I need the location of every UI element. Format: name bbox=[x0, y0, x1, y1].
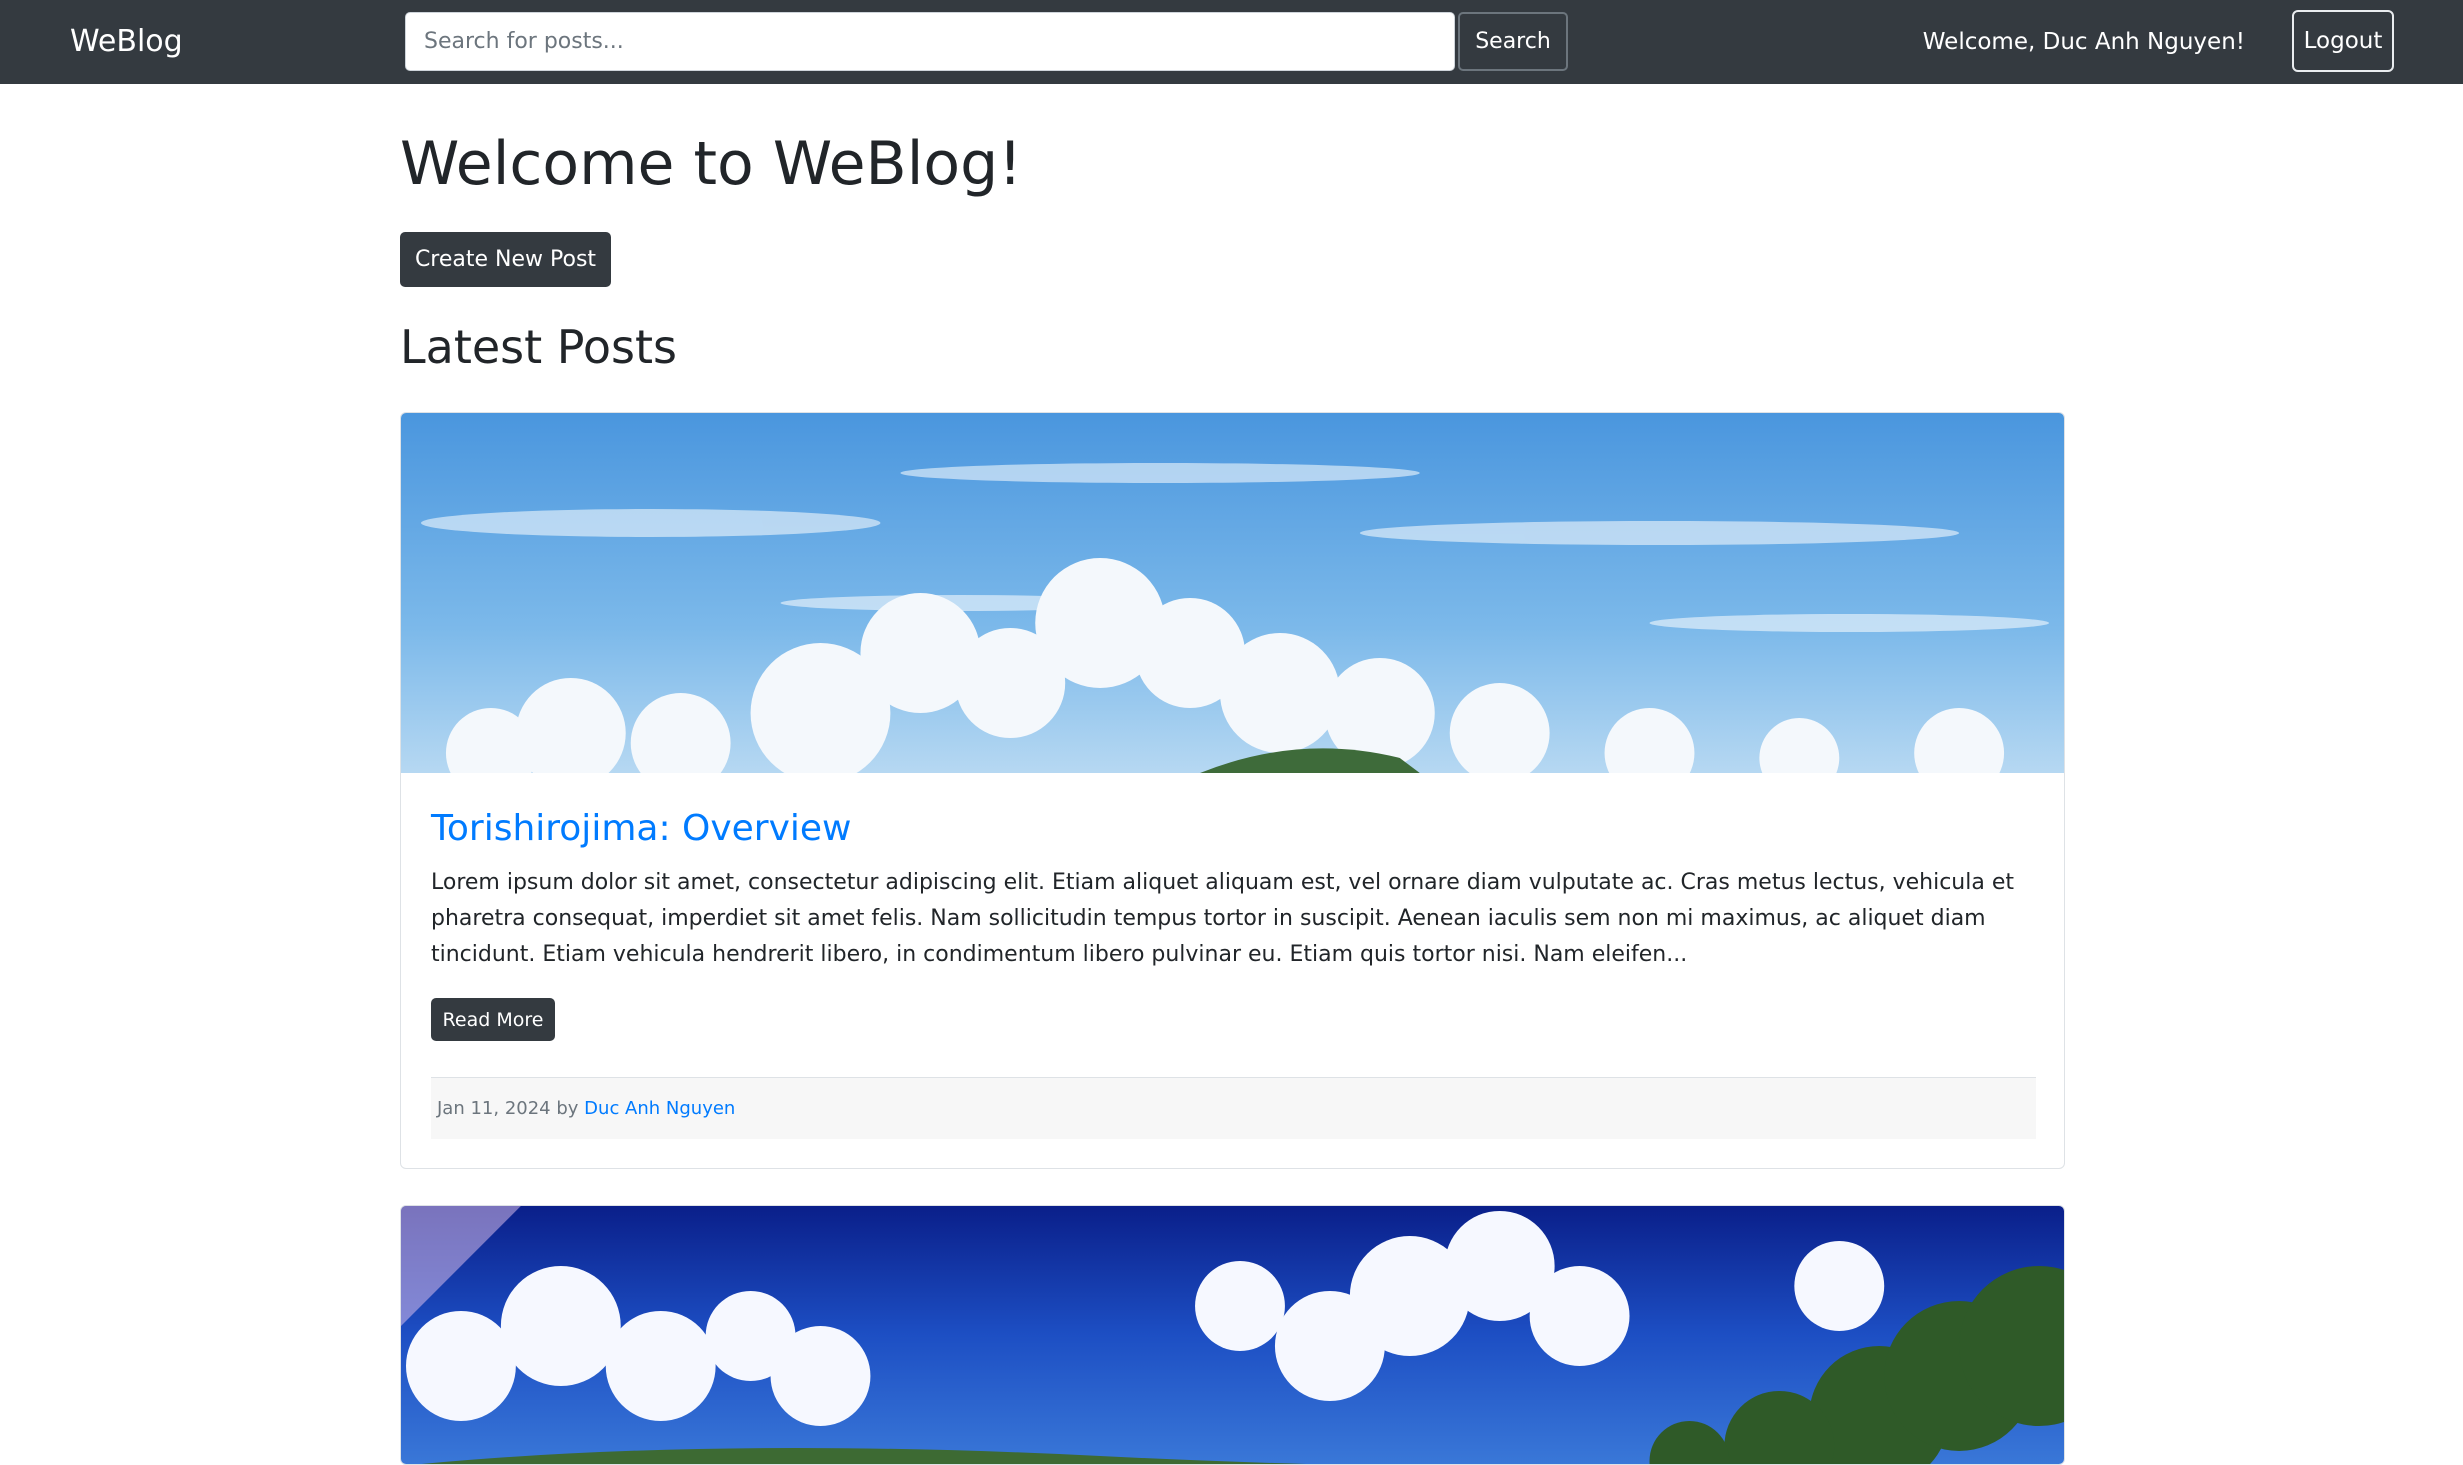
post-author-link[interactable]: Duc Anh Nguyen bbox=[584, 1098, 735, 1119]
top-navbar: WeBlog Search Welcome, Duc Anh Nguyen! L… bbox=[0, 0, 2463, 84]
post-excerpt: Lorem ipsum dolor sit amet, consectetur … bbox=[431, 870, 2015, 967]
post-date: Jan 11, 2024 bbox=[437, 1098, 551, 1119]
latest-posts-heading: Latest Posts bbox=[400, 320, 677, 374]
logout-button[interactable]: Logout bbox=[2292, 10, 2394, 72]
post-card bbox=[400, 1205, 2065, 1465]
post-card: Torishirojima: Overview Lorem ipsum dolo… bbox=[400, 412, 2065, 1169]
create-new-post-button[interactable]: Create New Post bbox=[400, 232, 611, 287]
search-button[interactable]: Search bbox=[1458, 12, 1568, 71]
page-title: Welcome to WeBlog! bbox=[400, 129, 1023, 199]
post-meta-footer: Jan 11, 2024 by Duc Anh Nguyen bbox=[431, 1077, 2036, 1139]
brand-logo-link[interactable]: WeBlog bbox=[70, 22, 183, 62]
post-cover-image bbox=[401, 1206, 2064, 1464]
post-by-label: by bbox=[556, 1098, 579, 1119]
post-title-link[interactable]: Torishirojima: Overview bbox=[431, 805, 852, 853]
post-cover-image bbox=[401, 413, 2064, 773]
search-input[interactable] bbox=[405, 12, 1455, 71]
welcome-message: Welcome, Duc Anh Nguyen! bbox=[1922, 29, 2245, 55]
read-more-button[interactable]: Read More bbox=[431, 998, 555, 1041]
